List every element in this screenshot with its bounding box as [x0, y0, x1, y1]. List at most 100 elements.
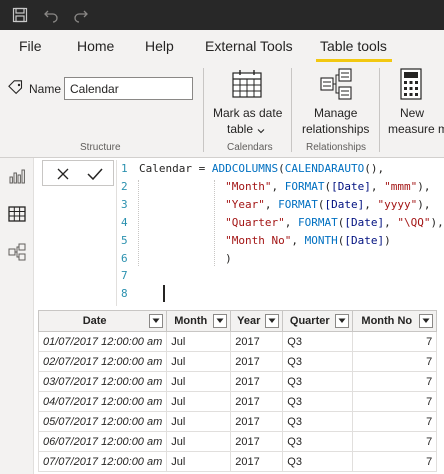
dax-text	[139, 198, 225, 211]
filter-dropdown-icon[interactable]	[213, 314, 228, 328]
formula-buttons	[42, 160, 114, 186]
table-cell: 7	[352, 411, 438, 432]
cancel-icon[interactable]	[52, 164, 74, 184]
table-cell: Jul	[166, 371, 232, 392]
dax-text: )	[384, 233, 391, 247]
dax-text: ,	[271, 179, 285, 193]
table-cell: Q3	[282, 351, 354, 372]
tab-help[interactable]: Help	[145, 38, 174, 54]
undo-icon[interactable]	[41, 5, 61, 25]
dax-function: MONTH	[304, 233, 338, 247]
dax-string: "Quarter"	[225, 215, 285, 229]
table-row[interactable]: 01/07/2017 12:00:00 am Jul 2017 Q3 7	[37, 331, 438, 352]
data-view-icon[interactable]	[7, 204, 27, 224]
table-row[interactable]: 05/07/2017 12:00:00 am Jul 2017 Q3 7	[37, 411, 438, 432]
ribbon: Name Structure Mark as date table Calend…	[0, 62, 444, 158]
table-cell: 7	[352, 391, 438, 412]
table-cell: 7	[352, 431, 438, 452]
table-cell: 2017	[230, 331, 284, 352]
dax-text: (	[278, 162, 285, 175]
dax-column-ref: [Date]	[331, 179, 371, 193]
column-header-quarter[interactable]: Quarter	[282, 310, 354, 332]
calendar-grid-icon	[232, 70, 262, 101]
filter-dropdown-icon[interactable]	[265, 314, 280, 328]
code-line: "Month No", MONTH([Date])	[139, 234, 391, 247]
table-header-row: Date Month Year Quarter Month No	[37, 310, 438, 332]
dax-function: FORMAT	[284, 179, 325, 193]
dax-function: FORMAT	[278, 197, 318, 211]
title-bar	[0, 0, 444, 30]
table-cell: Q3	[282, 331, 354, 352]
tab-file[interactable]: File	[19, 38, 42, 54]
group-separator	[291, 68, 292, 152]
filter-dropdown-icon[interactable]	[149, 314, 164, 328]
column-header-year[interactable]: Year	[230, 310, 284, 332]
dax-text: ,	[370, 179, 385, 193]
dax-text	[139, 216, 225, 229]
dax-text: Calendar =	[139, 162, 212, 175]
manage-label-1: Manage	[314, 106, 358, 120]
ribbon-tabs: File Home Help External Tools Table tool…	[0, 30, 444, 62]
dax-code-editor[interactable]: 1 2 3 4 5 6 7 8 Calendar = ADDCOLUMNS(CALENDARAU…	[116, 160, 444, 306]
save-icon[interactable]	[10, 5, 30, 25]
dax-function: ADDCOLUMNS	[211, 162, 279, 175]
model-view-icon[interactable]	[7, 242, 27, 262]
new-measure-label-1: New	[400, 106, 425, 120]
column-header-date[interactable]: Date	[37, 310, 168, 332]
table-cell: 02/07/2017 12:00:00 am	[37, 351, 168, 372]
tab-table-tools[interactable]: Table tools	[320, 38, 387, 54]
line-number: 6	[121, 251, 128, 265]
table-cell: Jul	[166, 351, 232, 372]
dax-string: "\QQ"	[397, 215, 431, 229]
filter-dropdown-icon[interactable]	[335, 314, 350, 328]
table-cell: 2017	[230, 411, 284, 432]
table-cell: Q3	[282, 371, 354, 392]
table-body: 01/07/2017 12:00:00 am Jul 2017 Q3 7 02/07/20…	[37, 331, 438, 472]
dax-text	[139, 234, 225, 247]
manage-label-2: relationships	[302, 122, 370, 136]
tab-external-tools[interactable]: External Tools	[205, 38, 293, 54]
table-row[interactable]: 07/07/2017 12:00:00 am Jul 2017 Q3 7	[37, 451, 438, 472]
table-row[interactable]: 02/07/2017 12:00:00 am Jul 2017 Q3 7	[37, 351, 438, 372]
report-view-icon[interactable]	[7, 166, 27, 186]
view-rail	[0, 158, 34, 474]
table-cell: 06/07/2017 12:00:00 am	[37, 431, 168, 452]
column-header-month[interactable]: Month	[166, 310, 232, 332]
table-cell: 03/07/2017 12:00:00 am	[37, 371, 168, 392]
dax-text: ),	[417, 179, 431, 193]
tag-icon	[8, 80, 26, 99]
dax-string: "mmm"	[384, 179, 418, 193]
table-cell: 07/07/2017 12:00:00 am	[37, 451, 168, 472]
chevron-down-icon	[257, 124, 265, 138]
commit-icon[interactable]	[84, 164, 106, 184]
table-cell: 2017	[230, 431, 284, 452]
calculator-icon	[400, 68, 422, 103]
manage-relationships-button[interactable]: Manage relationships	[296, 66, 376, 138]
table-row[interactable]: 06/07/2017 12:00:00 am Jul 2017 Q3 7	[37, 431, 438, 452]
table-cell: Q3	[282, 451, 354, 472]
dax-text: ,	[284, 215, 298, 229]
redo-icon[interactable]	[71, 5, 91, 25]
calendars-group-label: Calendars	[227, 142, 273, 153]
new-measure-button[interactable]: New measure m	[384, 66, 444, 138]
line-number: 7	[121, 269, 128, 283]
code-line: "Year", FORMAT([Date], "yyyy"),	[139, 198, 430, 211]
table-row[interactable]: 04/07/2017 12:00:00 am Jul 2017 Q3 7	[37, 391, 438, 412]
table-row[interactable]: 03/07/2017 12:00:00 am Jul 2017 Q3 7	[37, 371, 438, 392]
filter-dropdown-icon[interactable]	[419, 314, 434, 328]
dax-string: "yyyy"	[377, 197, 418, 211]
table-cell: 2017	[230, 371, 284, 392]
dax-text: ,	[264, 197, 279, 211]
line-number: 1	[121, 162, 128, 175]
dax-text: ,	[384, 215, 398, 229]
table-cell: 7	[352, 351, 438, 372]
dax-text: (),	[364, 162, 385, 175]
table-cell: Jul	[166, 451, 232, 472]
table-cell: 2017	[230, 391, 284, 412]
dax-column-ref: [Date]	[324, 197, 365, 211]
column-header-month-no[interactable]: Month No	[352, 310, 438, 332]
tab-home[interactable]: Home	[77, 38, 114, 54]
mark-as-date-table-button[interactable]: Mark as date table	[205, 66, 289, 138]
table-cell: 04/07/2017 12:00:00 am	[37, 391, 168, 412]
table-name-input[interactable]	[64, 77, 193, 100]
